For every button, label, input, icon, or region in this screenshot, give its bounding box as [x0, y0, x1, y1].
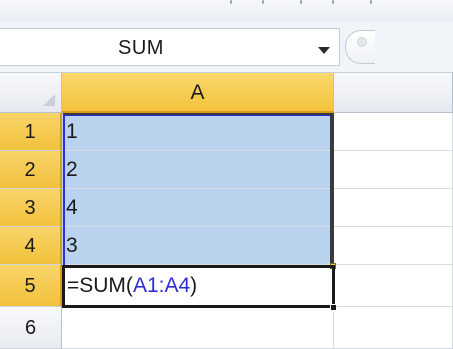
cell-b1[interactable] [334, 113, 453, 151]
formula-suffix: ) [190, 274, 198, 297]
formula-bar: SUM [0, 22, 453, 73]
row-header-1[interactable]: 1 [0, 113, 62, 151]
name-box-value: SUM [118, 37, 164, 59]
ribbon-tick [332, 0, 334, 4]
row-header-6[interactable]: 6 [0, 307, 62, 349]
cell-b4[interactable] [334, 227, 453, 265]
cell-a6[interactable] [62, 307, 334, 349]
insert-function-button[interactable] [345, 30, 375, 64]
select-all-button[interactable] [0, 73, 62, 113]
range-resize-handle[interactable] [330, 263, 336, 269]
cell-b6[interactable] [334, 307, 453, 349]
fill-handle[interactable] [330, 304, 337, 311]
name-box[interactable]: SUM [0, 28, 340, 66]
ribbon-tick [230, 0, 232, 4]
formula-range-reference: A1:A4 [132, 274, 191, 297]
cell-b2[interactable] [334, 151, 453, 189]
cell-a5-formula[interactable]: =SUM(A1:A4) [67, 274, 197, 298]
cell-b3[interactable] [334, 189, 453, 227]
row-header-4[interactable]: 4 [0, 227, 62, 265]
cell-a3[interactable]: 4 [62, 189, 334, 227]
row-header-5[interactable]: 5 [0, 265, 62, 307]
ribbon-tick [300, 0, 302, 4]
cell-a2[interactable]: 2 [62, 151, 334, 189]
excel-window: SUM A 1 2 3 4 5 6 1 2 4 3 =SUM(A1:A4) [0, 0, 453, 349]
insert-function-icon [357, 37, 367, 47]
ribbon-tick [370, 0, 372, 4]
ribbon-tick [262, 0, 264, 4]
cell-a4[interactable]: 3 [62, 227, 334, 265]
cell-a1[interactable]: 1 [62, 113, 334, 151]
row-header-2[interactable]: 2 [0, 151, 62, 189]
ribbon-edge [0, 0, 453, 23]
row-header-3[interactable]: 3 [0, 189, 62, 227]
column-header-a[interactable]: A [62, 73, 334, 113]
column-header-b[interactable] [334, 73, 453, 113]
formula-prefix: =SUM( [67, 274, 133, 297]
chevron-down-icon[interactable] [318, 47, 330, 54]
cell-b5[interactable] [334, 265, 453, 307]
select-all-triangle-icon [43, 94, 55, 106]
worksheet-grid: A 1 2 3 4 5 6 1 2 4 3 =SUM(A1:A4) [0, 73, 453, 349]
